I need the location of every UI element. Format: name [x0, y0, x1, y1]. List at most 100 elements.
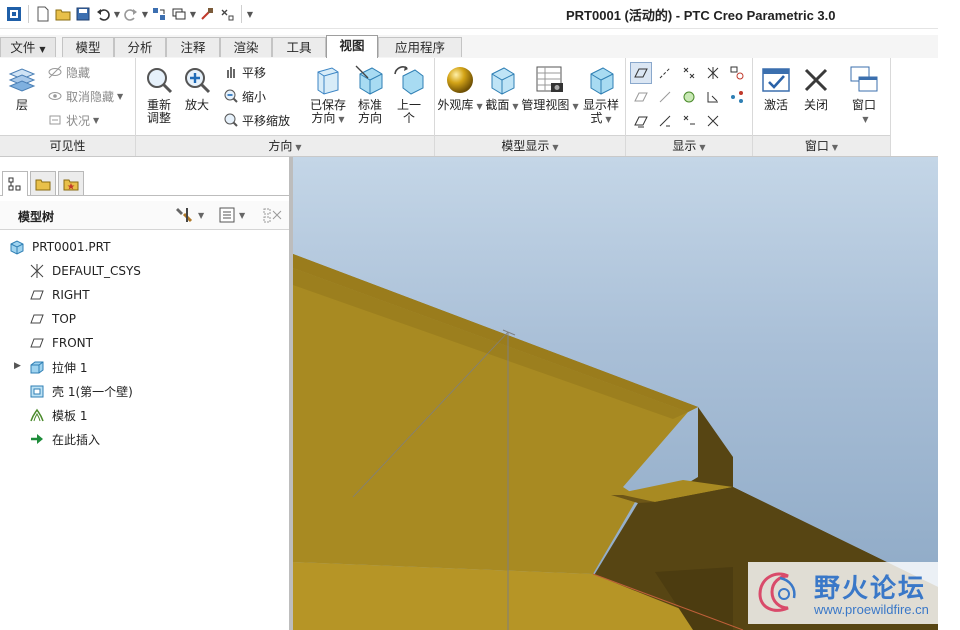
- appearance-gallery-button[interactable]: 外观库 ▼: [437, 64, 483, 113]
- section-icon: [491, 67, 515, 95]
- standard-orientation-button[interactable]: 标准 方向: [352, 64, 388, 125]
- point-tag-icon[interactable]: [678, 86, 700, 108]
- appearance-gallery-icon: [447, 67, 473, 93]
- plane-tag-icon[interactable]: [630, 86, 652, 108]
- tab-view[interactable]: 视图: [326, 35, 378, 58]
- tree-item-front[interactable]: FRONT: [28, 333, 93, 353]
- favorites-tab[interactable]: [58, 171, 84, 195]
- refit-button[interactable]: 重新 调整: [142, 64, 176, 125]
- activate-button[interactable]: 激活: [759, 64, 793, 112]
- manage-views-button[interactable]: 管理视图 ▼: [521, 64, 579, 113]
- tree-item-shell[interactable]: 壳 1(第一个壁): [28, 381, 133, 401]
- point-name-icon[interactable]: [678, 110, 700, 132]
- plane-name-icon[interactable]: [630, 110, 652, 132]
- close-button[interactable]: 关闭: [799, 64, 833, 112]
- tab-render[interactable]: 渲染: [220, 37, 272, 57]
- redo-icon[interactable]: [121, 4, 141, 24]
- csys-name-icon[interactable]: [702, 110, 724, 132]
- app-icon[interactable]: [4, 4, 24, 24]
- undo-dropdown-icon[interactable]: ▼: [113, 4, 121, 24]
- axis-name-icon[interactable]: [654, 110, 676, 132]
- unhide-button[interactable]: 取消隐藏 ▼: [46, 86, 123, 106]
- regenerate-icon[interactable]: [149, 4, 169, 24]
- model-graphics: [293, 254, 938, 630]
- zoom-out-icon: [222, 87, 240, 105]
- orientation-group-label[interactable]: 方向 ▼: [136, 135, 434, 156]
- window-group: 激活 关闭 窗口 ▼ 窗口 ▼: [753, 58, 891, 156]
- show-group-label[interactable]: 显示 ▼: [626, 135, 752, 156]
- hide-icon: [46, 63, 64, 81]
- expand-arrow-icon[interactable]: ▶: [14, 361, 21, 371]
- annotation-display-icon[interactable]: [726, 86, 748, 108]
- open-icon[interactable]: [53, 4, 73, 24]
- pan-zoom-button[interactable]: 平移缩放: [222, 110, 290, 130]
- customize-icon[interactable]: [217, 4, 237, 24]
- zoom-out-button[interactable]: 缩小: [222, 86, 266, 106]
- tab-tools[interactable]: 工具: [272, 37, 326, 57]
- quick-access-menu-icon[interactable]: ▼: [246, 4, 254, 24]
- tree-show-button[interactable]: [262, 205, 284, 225]
- ribbon: 层 隐藏 取消隐藏 ▼ 状况 ▼ 可见性 重新 调整 放大 平移 缩小 平移缩放…: [0, 58, 938, 157]
- point-display-icon[interactable]: [678, 62, 700, 84]
- saved-orientations-icon: [317, 67, 339, 95]
- tab-applications[interactable]: 应用程序: [378, 37, 462, 57]
- insert-here-icon: [28, 430, 46, 448]
- tree-item-part[interactable]: PRT0001.PRT: [8, 237, 110, 257]
- save-icon[interactable]: [73, 4, 93, 24]
- tab-annotate[interactable]: 注释: [166, 37, 220, 57]
- hide-button[interactable]: 隐藏: [46, 62, 90, 82]
- windows-list-icon: [850, 66, 878, 92]
- axis-tag-icon[interactable]: [654, 86, 676, 108]
- previous-orientation-button[interactable]: 上一个: [392, 64, 426, 125]
- standard-orientation-icon: [355, 65, 383, 95]
- folder-browser-tab-icon: [35, 179, 51, 190]
- plane-display-icon[interactable]: [630, 62, 652, 84]
- tab-file[interactable]: 文件 ▼: [0, 37, 56, 57]
- tree-item-right[interactable]: RIGHT: [28, 285, 90, 305]
- graphics-viewport[interactable]: [293, 157, 938, 630]
- redo-dropdown-icon[interactable]: ▼: [141, 4, 149, 24]
- windows-button[interactable]: 窗口 ▼: [847, 64, 881, 126]
- tree-item-template[interactable]: 模板 1: [28, 405, 87, 425]
- pan-button[interactable]: 平移: [222, 62, 266, 82]
- datum-plane-icon: [28, 334, 46, 352]
- title-bar: ▼ ▼ ▼ ▼ PRT0001 (活动的) - PTC Creo Paramet…: [0, 0, 960, 29]
- csys-display-icon[interactable]: [702, 62, 724, 84]
- folder-browser-tab[interactable]: [30, 171, 56, 195]
- window-group-label[interactable]: 窗口 ▼: [753, 135, 890, 156]
- list-icon: [219, 207, 235, 223]
- tree-item-extrude[interactable]: 拉伸 1: [28, 357, 87, 377]
- tree-settings-button[interactable]: ▼: [175, 205, 204, 225]
- section-button[interactable]: 截面 ▼: [485, 64, 519, 113]
- navigator-tabs: [0, 169, 291, 196]
- saved-orientations-button[interactable]: 已保存 方向 ▼: [308, 64, 348, 126]
- zoom-in-button[interactable]: 放大: [180, 64, 214, 112]
- tree-item-insert-here[interactable]: 在此插入: [28, 429, 100, 449]
- new-icon[interactable]: [33, 4, 53, 24]
- display-style-button[interactable]: 显示样式 ▼: [581, 64, 621, 126]
- tree-item-default-csys[interactable]: DEFAULT_CSYS: [28, 261, 141, 281]
- right-margin: [938, 28, 960, 630]
- model-display-group-label[interactable]: 模型显示 ▼: [435, 135, 625, 156]
- spin-center-icon[interactable]: [726, 62, 748, 84]
- model-tree-tab[interactable]: [2, 171, 28, 196]
- close-window-icon[interactable]: [197, 4, 217, 24]
- axis-display-icon[interactable]: [654, 62, 676, 84]
- tree-columns-icon: [263, 208, 282, 223]
- step-front-face: [655, 487, 733, 572]
- tab-analysis[interactable]: 分析: [114, 37, 166, 57]
- windows-dropdown-icon[interactable]: ▼: [189, 4, 197, 24]
- csys-tag-icon[interactable]: [702, 86, 724, 108]
- panel-splitter[interactable]: [289, 157, 291, 630]
- template-icon: [28, 406, 46, 424]
- tree-item-top[interactable]: TOP: [28, 309, 76, 329]
- undo-icon[interactable]: [93, 4, 113, 24]
- watermark-logo-icon: [758, 572, 796, 612]
- tab-model[interactable]: 模型: [62, 37, 114, 57]
- tree-filters-button[interactable]: ▼: [218, 205, 245, 225]
- layer-button[interactable]: 层: [4, 64, 40, 112]
- windows-icon[interactable]: [169, 4, 189, 24]
- status-button[interactable]: 状况 ▼: [46, 110, 99, 130]
- part-icon: [8, 238, 26, 256]
- tools-icon: [176, 208, 193, 223]
